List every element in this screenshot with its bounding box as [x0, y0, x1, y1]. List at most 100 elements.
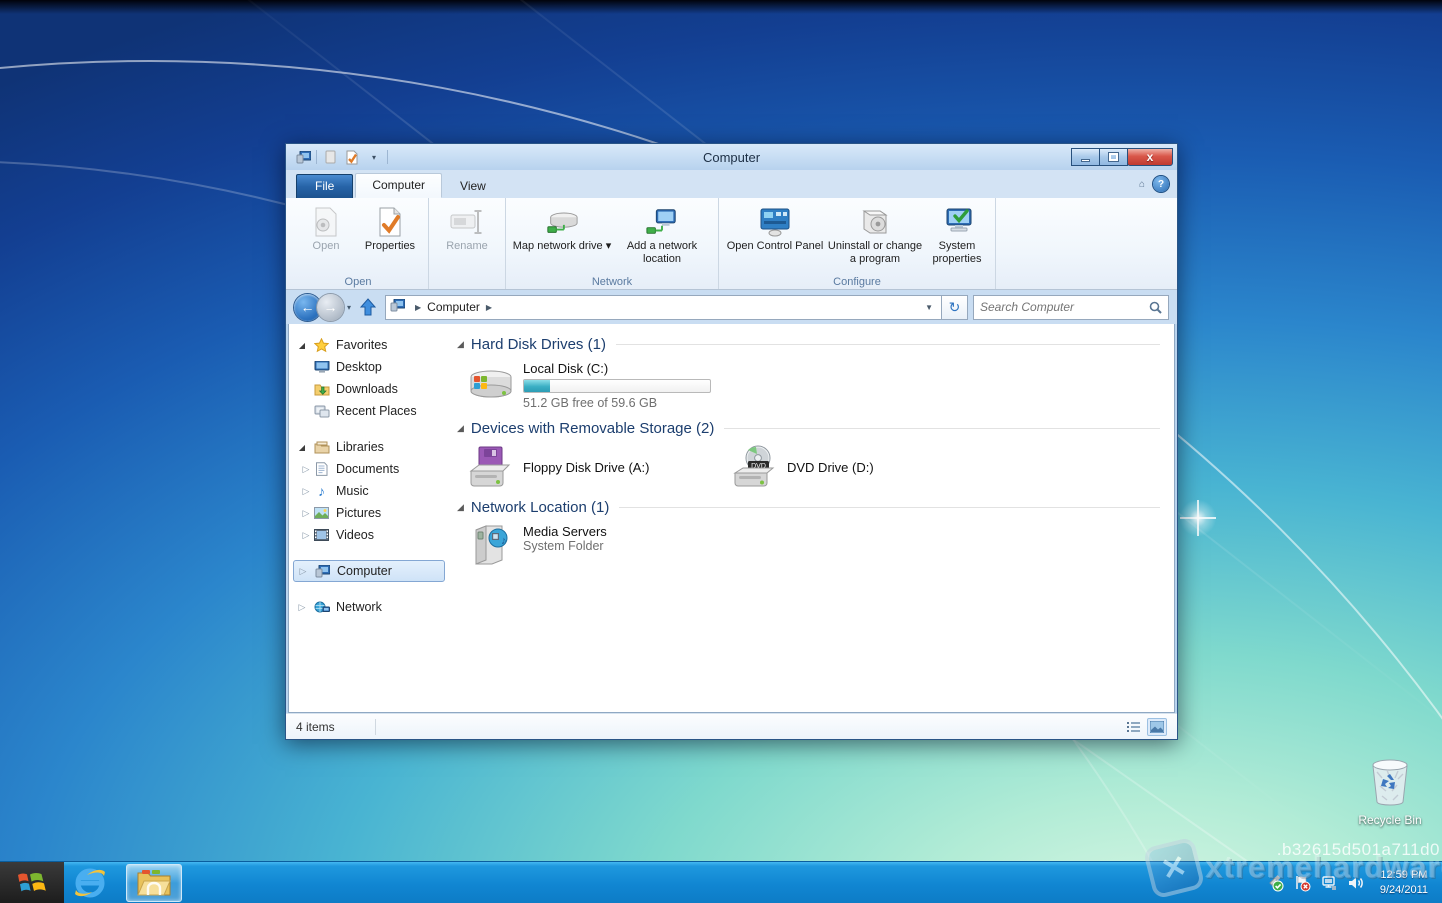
taskbar-clock[interactable]: 12:59 PM 9/24/2011: [1374, 868, 1434, 897]
computer-icon: [314, 564, 331, 579]
sidebar-item-desktop[interactable]: Desktop: [289, 356, 449, 378]
add-network-location-icon: [645, 206, 679, 238]
expander-collapsed-icon[interactable]: ▷: [297, 602, 307, 613]
section-header-removable-storage[interactable]: ◢ Devices with Removable Storage (2): [457, 420, 1160, 437]
refresh-button[interactable]: ↻: [942, 295, 968, 320]
expander-collapsed-icon[interactable]: ▷: [301, 508, 311, 519]
address-bar-row: ← → ▾ ▶ Computer ▶ ▼ ↻: [286, 290, 1177, 324]
section-expanded-icon[interactable]: ◢: [457, 339, 464, 350]
tab-view[interactable]: View: [444, 175, 502, 198]
ribbon-group-open: Open Properties Open: [288, 198, 429, 289]
hard-drive-icon: [467, 361, 515, 405]
sidebar-item-documents[interactable]: ▷ Documents: [289, 458, 449, 480]
recycle-bin-desktop-icon[interactable]: Recycle Bin: [1358, 756, 1422, 827]
details-view-button[interactable]: [1123, 718, 1143, 736]
ribbon-group-label-configure: Configure: [719, 276, 995, 288]
address-dropdown-icon[interactable]: ▼: [925, 303, 937, 312]
tab-computer[interactable]: Computer: [355, 173, 442, 198]
drive-local-disk-c[interactable]: Local Disk (C:) 51.2 GB free of 59.6 GB: [467, 361, 1160, 410]
section-expanded-icon[interactable]: ◢: [457, 502, 464, 513]
sidebar-item-recent-places[interactable]: Recent Places: [289, 400, 449, 422]
desktop-icon: [313, 360, 330, 375]
search-icon[interactable]: [1149, 301, 1162, 314]
sidebar-item-downloads[interactable]: Downloads: [289, 378, 449, 400]
ribbon-group-label-open: Open: [288, 276, 428, 288]
downloads-folder-icon: [313, 382, 330, 397]
media-server-icon: ♪: [467, 524, 515, 568]
up-button[interactable]: [356, 295, 380, 319]
rename-button[interactable]: Rename: [435, 204, 499, 273]
sidebar-item-computer[interactable]: ▷ Computer: [293, 560, 445, 582]
network-tray-icon[interactable]: [1320, 874, 1338, 892]
sidebar-item-music[interactable]: ▷ ♪ Music: [289, 480, 449, 502]
open-button[interactable]: Open: [294, 204, 358, 273]
section-header-network-location[interactable]: ◢ Network Location (1): [457, 499, 1160, 516]
maximize-icon: [1109, 153, 1118, 161]
tab-file[interactable]: File: [296, 174, 353, 198]
map-network-drive-button[interactable]: Map network drive ▾: [512, 204, 612, 273]
title-bar[interactable]: Computer ▾ x: [286, 144, 1177, 170]
sidebar-item-libraries[interactable]: ◢ Libraries: [289, 436, 449, 458]
sidebar-item-network[interactable]: ▷ Network: [289, 596, 449, 618]
uninstall-program-button[interactable]: Uninstall or change a program: [825, 204, 925, 273]
main-area: ◢ Favorites Desktop Downloads Recent Pla…: [288, 324, 1175, 713]
ribbon-group-configure: Open Control Panel Uninstall or change a…: [719, 198, 996, 289]
volume-tray-icon[interactable]: [1347, 874, 1365, 892]
system-properties-button[interactable]: System properties: [925, 204, 989, 273]
add-network-location-button[interactable]: Add a network location: [612, 204, 712, 273]
rename-icon: [450, 206, 484, 238]
maximize-button[interactable]: [1099, 148, 1128, 166]
open-control-panel-button[interactable]: Open Control Panel: [725, 204, 825, 273]
drive-name: DVD Drive (D:): [787, 460, 874, 475]
caption-buttons: x: [1072, 148, 1173, 166]
section-header-hard-disk-drives[interactable]: ◢ Hard Disk Drives (1): [457, 336, 1160, 353]
section-expanded-icon[interactable]: ◢: [457, 423, 464, 434]
sidebar-item-videos[interactable]: ▷ Videos: [289, 524, 449, 546]
drive-floppy-a[interactable]: Floppy Disk Drive (A:): [467, 445, 721, 489]
recent-places-icon: [313, 404, 330, 419]
breadcrumb-arrow-icon[interactable]: ▶: [409, 303, 427, 312]
close-button[interactable]: x: [1127, 148, 1173, 166]
minimize-ribbon-icon[interactable]: ⌂: [1139, 179, 1145, 190]
svg-text:♪: ♪: [501, 535, 507, 547]
close-icon: x: [1147, 150, 1154, 164]
properties-button[interactable]: Properties: [358, 204, 422, 273]
forward-button[interactable]: →: [317, 294, 344, 321]
address-breadcrumb[interactable]: ▶ Computer ▶ ▼: [385, 295, 942, 320]
breadcrumb-item-computer[interactable]: Computer: [427, 300, 480, 314]
recent-pages-chevron-icon[interactable]: ▾: [347, 303, 351, 312]
sidebar-item-pictures[interactable]: ▷ Pictures: [289, 502, 449, 524]
expander-collapsed-icon[interactable]: ▷: [301, 464, 311, 475]
ribbon: Open Properties Open Rename: [286, 198, 1177, 290]
uninstall-program-icon: [858, 206, 892, 238]
network-item-media-servers[interactable]: ♪ Media Servers System Folder: [467, 524, 1160, 568]
thumbnail-view-button[interactable]: [1147, 718, 1167, 736]
action-center-flag-icon[interactable]: [1293, 874, 1311, 892]
expander-expanded-icon[interactable]: ◢: [297, 443, 307, 452]
item-name: Media Servers: [523, 524, 607, 539]
expander-expanded-icon[interactable]: ◢: [297, 341, 307, 350]
sidebar-item-favorites[interactable]: ◢ Favorites: [289, 334, 449, 356]
drive-dvd-d[interactable]: DVD DVD Drive (D:): [731, 445, 985, 489]
recycle-bin-label: Recycle Bin: [1358, 813, 1422, 827]
open-icon: [309, 206, 343, 238]
internet-explorer-icon: [71, 866, 109, 900]
windows-logo-icon: [17, 870, 47, 896]
expander-collapsed-icon[interactable]: ▷: [301, 486, 311, 497]
search-input[interactable]: [980, 300, 1149, 314]
dvd-drive-icon: DVD: [731, 445, 779, 489]
taskbar-internet-explorer-button[interactable]: [64, 862, 116, 903]
drive-name: Floppy Disk Drive (A:): [523, 460, 649, 475]
expander-collapsed-icon[interactable]: ▷: [301, 530, 311, 541]
taskbar-explorer-button[interactable]: [126, 864, 182, 902]
safely-remove-hardware-icon[interactable]: [1266, 874, 1284, 892]
expander-collapsed-icon[interactable]: ▷: [298, 566, 308, 577]
computer-icon: [390, 299, 405, 315]
breadcrumb-arrow-icon[interactable]: ▶: [480, 303, 498, 312]
minimize-button[interactable]: [1071, 148, 1100, 166]
start-button[interactable]: [0, 862, 64, 903]
explorer-window: Computer ▾ x File Computer View ⌂: [285, 143, 1178, 740]
help-icon[interactable]: ?: [1153, 176, 1169, 192]
network-icon: [313, 600, 330, 615]
pictures-icon: [313, 506, 330, 521]
